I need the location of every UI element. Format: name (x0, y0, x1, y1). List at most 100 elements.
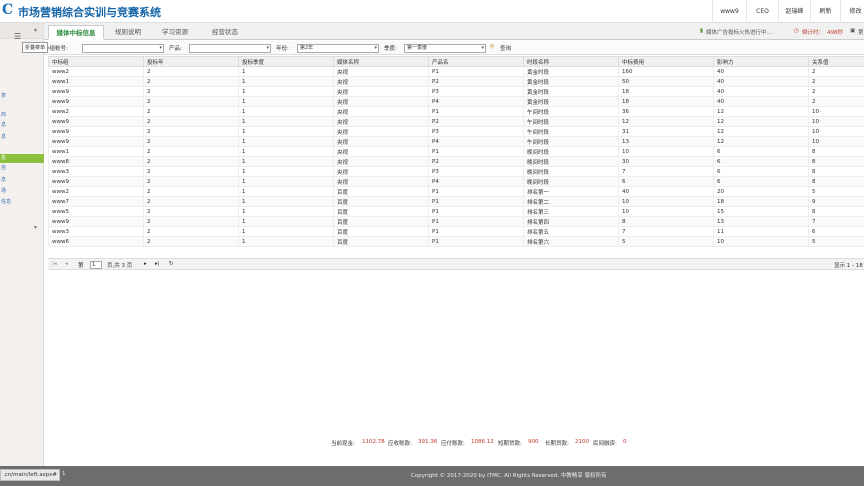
sidebar-item-3[interactable]: 息 (0, 121, 44, 130)
table-row[interactable]: www1 2 1 央视 P1 晚间时段 10 6 8 (48, 146, 864, 157)
table-cell: 央视 (333, 76, 429, 87)
table-cell: 1 (238, 86, 334, 97)
table-cell: 8 (808, 146, 864, 157)
col-header[interactable]: 媒体名称 (333, 56, 429, 67)
table-row[interactable]: www3 2 1 百度 P1 排名第五 7 11 6 (48, 226, 864, 237)
modify-button[interactable]: 修改 (840, 0, 864, 23)
bids-table: 中标组 投标年 投标季度 媒体名称 产品名 时段名称 中标费用 影响力 关系值 … (48, 56, 864, 247)
col-header[interactable]: 投标季度 (238, 56, 334, 67)
table-row[interactable]: www9 2 1 百度 P1 排名第四 8 13 7 (48, 216, 864, 227)
sidebar-item-0[interactable]: 茶 (0, 92, 44, 101)
table-cell: 1 (238, 186, 334, 197)
table-cell: 晚间时段 (523, 166, 619, 177)
search-icon[interactable]: ⚲ (490, 44, 494, 50)
table-cell: 2 (143, 156, 239, 167)
sidebar-item-5[interactable]: 息 (0, 154, 44, 163)
table-cell: www9 (48, 176, 144, 187)
cash-value: 1102.78 (362, 439, 385, 445)
table-cell: 13 (713, 216, 809, 227)
table-cell: 8 (618, 216, 714, 227)
sidebar-item-2[interactable]: 商 (0, 111, 44, 120)
col-header[interactable]: 投标年 (143, 56, 239, 67)
table-cell: 1 (238, 226, 334, 237)
tab-business-status[interactable]: 经营状态 (200, 25, 250, 40)
table-cell: 1 (238, 176, 334, 187)
payable-label: 应付账款: (441, 441, 465, 447)
table-row[interactable]: www9 2 1 央视 P4 黄金时段 18 40 2 (48, 96, 864, 107)
table-row[interactable]: www2 2 1 央视 P1 午间时段 36 12 10 (48, 106, 864, 117)
app-title: 市场营销综合实训与竞赛系统 (18, 6, 161, 19)
tab-learning[interactable]: 学习资源 (152, 25, 198, 40)
short-loan-value: 900 (528, 439, 539, 445)
timer-label: 倒计时： (802, 30, 825, 36)
table-cell: 50 (618, 76, 714, 87)
collapse-menu-tooltip: 折叠菜单 (22, 42, 49, 53)
table-cell: 5 (618, 236, 714, 247)
table-cell: 7 (808, 216, 864, 227)
tab-rules[interactable]: 规则说明 (106, 25, 150, 40)
sidebar-item-8[interactable]: 场 (0, 187, 44, 196)
sidebar-item-9[interactable]: 信息 (0, 198, 44, 207)
table-cell: 排名第一 (523, 186, 619, 197)
table-cell: 10 (808, 136, 864, 147)
col-header[interactable]: 中标费用 (618, 56, 714, 67)
table-row[interactable]: www8 2 1 央视 P2 晚间时段 30 6 8 (48, 156, 864, 167)
chevron-down-icon[interactable]: ▾ (34, 27, 37, 34)
table-row[interactable]: www6 2 1 百度 P1 排名第六 5 10 5 (48, 236, 864, 247)
table-row[interactable]: www2 2 1 央视 P1 黄金时段 160 40 2 (48, 66, 864, 77)
next-page-icon[interactable]: ▸ (144, 261, 147, 267)
table-row[interactable]: www2 2 1 百度 P1 排名第一 40 20 5 (48, 186, 864, 197)
table-row[interactable]: www9 2 1 央视 P2 午间时段 12 12 10 (48, 116, 864, 127)
sidebar-item-6[interactable]: 信 (0, 164, 44, 173)
last-page-icon[interactable]: ▸| (155, 261, 160, 267)
table-cell: www3 (48, 166, 144, 177)
refresh-button[interactable]: 刷新 (810, 0, 840, 23)
tab-media-bids[interactable]: 媒体中标信息 (48, 25, 104, 40)
table-cell: 央视 (333, 146, 429, 157)
product-select[interactable]: ▾ (189, 44, 271, 53)
query-button[interactable]: 查询 (500, 44, 511, 52)
hamburger-icon[interactable]: ☰ (14, 32, 21, 41)
col-header[interactable]: 影响力 (713, 56, 809, 67)
table-cell: 1 (238, 136, 334, 147)
year-select[interactable]: 第2年 ▾ (297, 44, 379, 53)
table-cell: 9 (808, 196, 864, 207)
chevron-down-icon[interactable]: ▾ (34, 224, 37, 231)
table-cell: P1 (428, 106, 524, 117)
col-header[interactable]: 中标组 (48, 56, 144, 67)
table-cell: 10 (808, 126, 864, 137)
table-row[interactable]: www9 2 1 央视 P3 黄金时段 18 40 2 (48, 86, 864, 97)
quarter-select[interactable]: 第一季度 ▾ (404, 44, 486, 53)
table-row[interactable]: www1 2 1 央视 P2 黄金时段 50 40 2 (48, 76, 864, 87)
col-header[interactable]: 关系值 (808, 56, 864, 67)
private-finance-value: 0 (623, 439, 627, 445)
account-select[interactable]: ▾ (82, 44, 164, 53)
table-row[interactable]: www9 2 1 央视 P3 午间时段 31 12 10 (48, 126, 864, 137)
table-cell: 40 (618, 186, 714, 197)
table-row[interactable]: www7 2 1 百度 P1 排名第二 10 18 9 (48, 196, 864, 207)
table-cell: 2 (143, 146, 239, 157)
table-cell: 30 (618, 156, 714, 167)
private-finance-label: 民间融资: (593, 441, 617, 447)
page-input[interactable]: 1 (90, 261, 102, 269)
table-row[interactable]: www9 2 1 央视 P4 晚间时段 6 6 8 (48, 176, 864, 187)
clock-icon: ◷ (794, 28, 799, 34)
long-loan-value: 2100 (575, 439, 589, 445)
prev-page-icon[interactable]: ◂ (65, 261, 68, 267)
table-row[interactable]: www5 2 1 百度 P1 排名第三 10 15 8 (48, 206, 864, 217)
table-cell: 央视 (333, 176, 429, 187)
table-cell: 排名第五 (523, 226, 619, 237)
col-header[interactable]: 时段名称 (523, 56, 619, 67)
first-page-icon[interactable]: |◂ (52, 261, 57, 267)
table-cell: 2 (143, 76, 239, 87)
col-header[interactable]: 产品名 (428, 56, 524, 67)
tab-bar: 媒体中标信息 规则说明 学习资源 经营状态 ▮ 媒体广告投标火热进行中... ◷… (44, 23, 864, 40)
refresh-icon[interactable]: ↻ (169, 261, 174, 267)
sidebar-item-7[interactable]: 息 (0, 176, 44, 185)
table-cell: 午间时段 (523, 126, 619, 137)
table-row[interactable]: www9 2 1 央视 P4 午间时段 13 12 10 (48, 136, 864, 147)
table-row[interactable]: www3 2 1 央视 P3 晚间时段 7 6 8 (48, 166, 864, 177)
sidebar-item-4[interactable]: 息 (0, 133, 44, 142)
table-cell: 央视 (333, 166, 429, 177)
table-cell: 央视 (333, 136, 429, 147)
